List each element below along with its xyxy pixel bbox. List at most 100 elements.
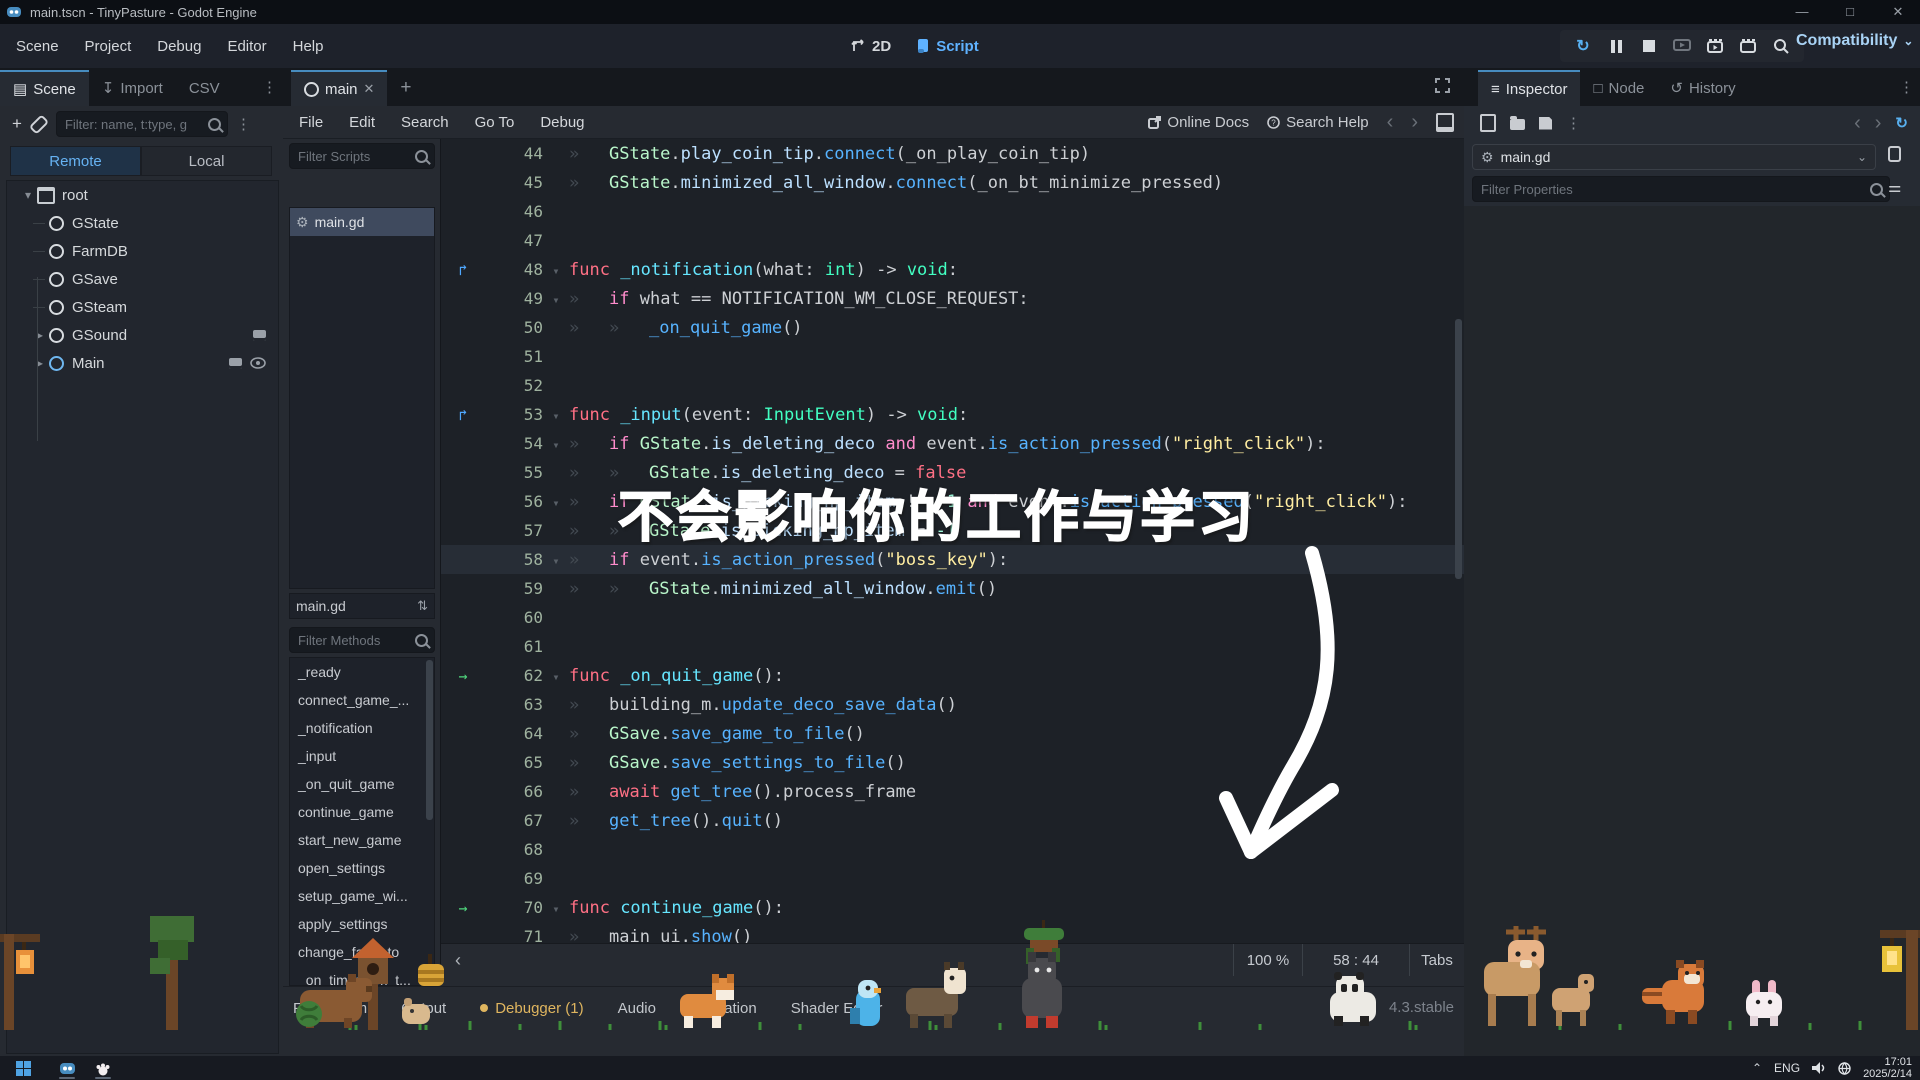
taskbar-tinypasture-icon[interactable]: [88, 1056, 118, 1080]
menu-debug[interactable]: Debug: [157, 38, 201, 55]
collapse-scripts-panel-icon[interactable]: ‹: [455, 950, 461, 971]
menu-help[interactable]: Help: [293, 38, 324, 55]
maximize-icon[interactable]: □: [1830, 0, 1870, 24]
network-icon[interactable]: [1838, 1061, 1851, 1075]
code-fold-icon[interactable]: ▾: [543, 431, 569, 460]
code-line-53[interactable]: ↱ 53 ▾ func _input(event: InputEvent) -> vo…: [441, 400, 1464, 429]
code-line-49[interactable]: 49 ▾» if what == NOTIFICATION_WM_CLOSE_REQ…: [441, 284, 1464, 313]
tree-node-gsave[interactable]: GSave: [7, 265, 278, 293]
inspector-options-icon[interactable]: ⋮: [1899, 78, 1914, 96]
menu-project[interactable]: Project: [85, 38, 132, 55]
workspace-tab-2d[interactable]: 2D: [850, 38, 891, 55]
minimize-icon[interactable]: —: [1782, 0, 1822, 24]
script-menu-edit[interactable]: Edit: [349, 114, 375, 131]
new-resource-icon[interactable]: [1480, 114, 1496, 132]
scene-instance-icon[interactable]: [229, 357, 242, 369]
code-fold-icon[interactable]: ▾: [543, 286, 569, 315]
tree-node-gsteam[interactable]: GSteam: [7, 293, 278, 321]
method-item[interactable]: connect_game_...: [290, 686, 434, 714]
dock-options-icon[interactable]: ⋮: [262, 78, 277, 96]
method-item[interactable]: _on_quit_game: [290, 770, 434, 798]
view-tab-local[interactable]: Local: [141, 146, 272, 176]
filter-scripts-input[interactable]: [296, 147, 415, 165]
open-script-icon[interactable]: [1888, 146, 1906, 166]
taskbar-godot-icon[interactable]: [52, 1056, 82, 1080]
tab-history[interactable]: ↺ History: [1657, 70, 1748, 106]
indent-type[interactable]: Tabs: [1409, 944, 1464, 976]
view-tab-remote[interactable]: Remote: [10, 146, 141, 176]
script-menu-debug[interactable]: Debug: [540, 114, 584, 131]
tray-expand-icon[interactable]: ⌃: [1752, 1061, 1762, 1075]
code-line-44[interactable]: 44» GState.play_coin_tip.connect(_on_play…: [441, 139, 1464, 168]
script-menu-go-to[interactable]: Go To: [475, 114, 515, 131]
code-line-51[interactable]: 51: [441, 342, 1464, 371]
script-menu-file[interactable]: File: [299, 114, 323, 131]
property-filter-options-icon[interactable]: ⚌: [1888, 178, 1901, 196]
methods-scrollbar[interactable]: [426, 660, 433, 820]
frame-advance-icon[interactable]: [1739, 37, 1757, 55]
code-line-54[interactable]: 54 ▾» if GState.is_deleting_deco and event…: [441, 429, 1464, 458]
instance-scene-icon[interactable]: [28, 113, 50, 135]
stop-icon[interactable]: [1640, 37, 1658, 55]
close-icon[interactable]: ✕: [1878, 0, 1918, 24]
filter-properties-input[interactable]: [1479, 180, 1870, 198]
input-language[interactable]: ENG: [1774, 1061, 1800, 1075]
method-item[interactable]: start_new_game: [290, 826, 434, 854]
bottom-panel-animation[interactable]: Animation: [690, 1000, 757, 1017]
new-tab-button[interactable]: +: [387, 70, 424, 106]
tree-node-farmdb[interactable]: FarmDB: [7, 237, 278, 265]
search-help-button[interactable]: ? Search Help: [1267, 114, 1369, 131]
method-item[interactable]: _on_timer_5m_t...: [290, 966, 434, 985]
scene-tree-options-icon[interactable]: ⋮: [236, 115, 251, 133]
tree-node-root[interactable]: ▾ root: [7, 181, 278, 209]
start-button[interactable]: [8, 1056, 38, 1080]
inspector-forward-icon[interactable]: ›: [1875, 113, 1882, 133]
code-line-46[interactable]: 46: [441, 197, 1464, 226]
code-line-69[interactable]: 69: [441, 864, 1464, 893]
connected-signal-icon[interactable]: →: [441, 894, 485, 923]
code-line-60[interactable]: 60: [441, 603, 1464, 632]
load-resource-icon[interactable]: [1510, 116, 1525, 130]
tab-csv[interactable]: CSV: [176, 70, 233, 106]
code-fold-icon[interactable]: ▾: [543, 895, 569, 924]
code-fold-icon[interactable]: ▾: [543, 663, 569, 692]
menu-scene[interactable]: Scene: [16, 38, 59, 55]
filter-scripts[interactable]: [289, 143, 435, 169]
method-item[interactable]: _ready: [290, 658, 434, 686]
method-item[interactable]: _notification: [290, 714, 434, 742]
code-line-48[interactable]: ↱ 48 ▾ func _notification(what: int) -> voi…: [441, 255, 1464, 284]
tab-scene[interactable]: ▤ Scene: [0, 70, 89, 106]
close-tab-icon[interactable]: ✕: [364, 81, 375, 97]
code-scrollbar[interactable]: [1455, 319, 1462, 579]
history-forward-icon[interactable]: ›: [1411, 112, 1418, 132]
code-line-52[interactable]: 52: [441, 371, 1464, 400]
code-line-61[interactable]: 61: [441, 632, 1464, 661]
resource-options-icon[interactable]: ⋮: [1566, 114, 1581, 132]
tab-inspector[interactable]: ≡ Inspector: [1478, 70, 1581, 106]
sort-methods-icon[interactable]: ⇅: [417, 598, 428, 614]
filter-methods[interactable]: [289, 627, 435, 653]
script-tab-main[interactable]: main ✕: [291, 70, 388, 106]
scripts-panel-toggle-icon[interactable]: [1436, 112, 1454, 132]
code-fold-icon[interactable]: ▾: [543, 489, 569, 518]
method-item[interactable]: continue_game: [290, 798, 434, 826]
method-item[interactable]: open_settings: [290, 854, 434, 882]
history-back-icon[interactable]: ‹: [1387, 112, 1394, 132]
tab-node[interactable]: □ Node: [1580, 70, 1657, 106]
bottom-panel-filesystem[interactable]: FileSystem: [293, 1000, 367, 1017]
code-line-65[interactable]: 65» GSave.save_settings_to_file(): [441, 748, 1464, 777]
scene-instance-icon[interactable]: [253, 329, 266, 341]
code-line-45[interactable]: 45» GState.minimized_all_window.connect(_…: [441, 168, 1464, 197]
code-line-47[interactable]: 47: [441, 226, 1464, 255]
code-line-63[interactable]: 63» building_m.update_deco_save_data(): [441, 690, 1464, 719]
bottom-panel-shader-editor[interactable]: Shader Editor: [791, 1000, 883, 1017]
volume-icon[interactable]: [1812, 1062, 1826, 1074]
method-item[interactable]: _input: [290, 742, 434, 770]
script-menu-search[interactable]: Search: [401, 114, 449, 131]
object-history-icon[interactable]: ↻: [1895, 114, 1908, 132]
movie-writer-icon[interactable]: [1706, 37, 1724, 55]
tree-node-gstate[interactable]: GState: [7, 209, 278, 237]
code-line-70[interactable]: → 70 ▾ func continue_game():: [441, 893, 1464, 922]
menu-editor[interactable]: Editor: [227, 38, 266, 55]
code-line-67[interactable]: 67» get_tree().quit(): [441, 806, 1464, 835]
